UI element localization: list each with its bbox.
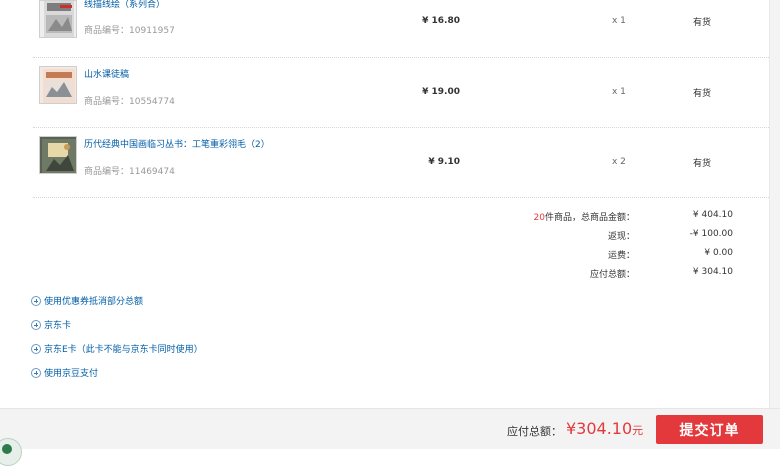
product-sku: 商品编号：11469474 <box>84 164 175 177</box>
sku-value: 10911957 <box>129 26 175 36</box>
plus-circle-icon <box>31 367 41 378</box>
option-label: 使用优惠券抵消部分总额 <box>44 297 144 307</box>
jd-ecard-option[interactable]: 京东E卡（此卡不能与京东卡同时使用） <box>31 342 203 355</box>
product-quantity: x 1 <box>612 16 626 26</box>
stock-status: 有货 <box>693 18 712 28</box>
shipping-value: ¥ 0.00 <box>704 248 733 258</box>
book-cover-thumbnail[interactable] <box>39 0 77 38</box>
vertical-scrollbar[interactable] <box>769 0 780 408</box>
floating-service-icon[interactable] <box>0 438 22 466</box>
order-checkout-panel: 线描线绘（系列合） 商品编号：10911957 ¥ 16.80 x 1 有货 山… <box>0 0 773 408</box>
rebate-label: 返现： <box>607 232 635 242</box>
product-price: ¥ 9.10 <box>428 157 460 167</box>
sku-value: 11469474 <box>129 167 175 177</box>
sku-label: 商品编号： <box>84 97 130 107</box>
jd-beans-option[interactable]: 使用京豆支付 <box>31 366 99 379</box>
product-sku: 商品编号：10911957 <box>84 23 175 36</box>
list-item: 线描线绘（系列合） 商品编号：10911957 ¥ 16.80 x 1 有货 <box>0 0 770 57</box>
stock-status: 有货 <box>693 89 712 99</box>
payable-label: 应付总额： <box>589 270 635 280</box>
sku-value: 10554774 <box>129 97 175 107</box>
product-quantity: x 1 <box>612 87 626 97</box>
goods-total-value: ¥ 404.10 <box>692 210 733 220</box>
payable-value: ¥ 304.10 <box>692 267 733 277</box>
item-count: 20 <box>533 213 545 223</box>
product-name-link[interactable]: 山水课徒稿 <box>84 67 129 80</box>
stock-status: 有货 <box>693 159 712 169</box>
option-label: 京东卡 <box>44 321 72 331</box>
goods-total-label: 20件商品，总商品金额： <box>534 210 635 223</box>
list-item: 山水课徒稿 商品编号：10554774 ¥ 19.00 x 1 有货 <box>0 57 770 127</box>
sku-label: 商品编号： <box>84 26 130 36</box>
currency-unit: 元 <box>632 424 644 437</box>
footer-total-value: ¥304.10 <box>566 419 633 438</box>
use-coupon-option[interactable]: 使用优惠券抵消部分总额 <box>31 294 144 307</box>
option-label: 使用京豆支付 <box>44 369 99 379</box>
footer-total-amount: ¥304.10元 <box>566 419 643 438</box>
product-sku: 商品编号：10554774 <box>84 94 175 107</box>
jd-card-option[interactable]: 京东卡 <box>31 318 72 331</box>
shipping-label: 运费： <box>607 251 635 261</box>
rebate-value: -¥ 100.00 <box>689 229 733 239</box>
option-label: 京东E卡（此卡不能与京东卡同时使用） <box>44 345 203 355</box>
item-divider <box>33 197 773 198</box>
goods-total-caption: 件商品，总商品金额： <box>544 213 635 223</box>
product-quantity: x 2 <box>612 157 626 167</box>
plus-circle-icon <box>31 295 41 306</box>
footer-total-label: 应付总额： <box>507 425 562 438</box>
product-name-link[interactable]: 线描线绘（系列合） <box>84 0 165 10</box>
book-cover-thumbnail[interactable] <box>39 66 77 104</box>
checkout-footer: 应付总额： ¥304.10元 提交订单 <box>0 408 780 449</box>
product-price: ¥ 16.80 <box>422 16 460 26</box>
plus-circle-icon <box>31 343 41 354</box>
sku-label: 商品编号： <box>84 167 130 177</box>
book-cover-thumbnail[interactable] <box>39 136 77 174</box>
product-price: ¥ 19.00 <box>422 87 460 97</box>
product-name-link[interactable]: 历代经典中国画临习丛书：工笔重彩翎毛（2） <box>84 137 270 150</box>
plus-circle-icon <box>31 319 41 330</box>
submit-order-button[interactable]: 提交订单 <box>656 415 763 444</box>
list-item: 历代经典中国画临习丛书：工笔重彩翎毛（2） 商品编号：11469474 ¥ 9.… <box>0 127 770 197</box>
